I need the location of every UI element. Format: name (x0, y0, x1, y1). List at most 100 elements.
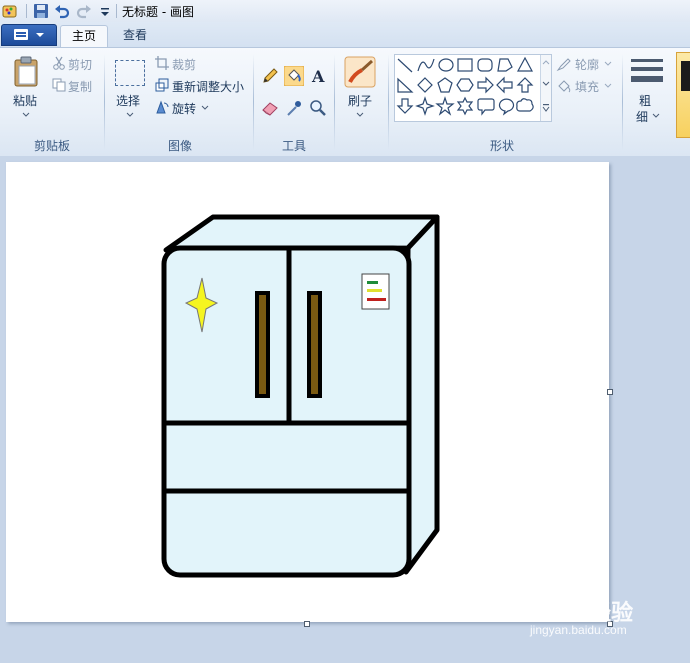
shapes-gallery (394, 54, 552, 122)
line-width-icon (631, 59, 663, 82)
clipboard-group-label: 剪贴板 (33, 139, 70, 153)
chevron-down-icon (201, 105, 209, 110)
star-six-shape-icon (456, 96, 474, 116)
fill-bucket-icon[interactable] (284, 66, 304, 86)
color-picker-icon[interactable] (284, 98, 304, 118)
arrow-up-shape-icon (516, 77, 534, 93)
rectangle-shape-icon (457, 58, 473, 72)
chevron-down-icon (604, 83, 612, 88)
arrow-right-shape-icon (477, 76, 494, 94)
pencil-icon[interactable] (260, 66, 280, 86)
group-separator (388, 54, 389, 150)
size-label-line2: 细 (636, 110, 649, 124)
ribbon: 粘贴 剪切 复制 剪贴板 选择 裁剪 重新调整大小 旋转 图像 A 工具 刷子 … (0, 47, 690, 157)
resize-label: 重新调整大小 (172, 80, 245, 94)
paste-icon (14, 56, 38, 87)
tools-group-label: 工具 (281, 139, 306, 153)
diamond-shape-icon (417, 77, 433, 93)
paint-menu-button[interactable] (1, 24, 57, 46)
right-triangle-shape-icon (397, 77, 414, 93)
ribbon-tab-row: 主页 查看 (0, 22, 690, 48)
chevron-down-icon (126, 112, 134, 117)
star-four-shape-icon (415, 96, 435, 116)
fridge-drawing (161, 214, 440, 578)
curve-shape-icon (417, 58, 435, 72)
customize-toolbar-icon[interactable] (97, 3, 113, 19)
chevron-up-icon (542, 60, 550, 65)
right-door-handle (307, 291, 322, 398)
chevron-down-icon (652, 113, 660, 118)
brushes-button[interactable]: 刷子 (340, 54, 382, 128)
chevron-down-icon (22, 112, 30, 117)
paste-label: 粘贴 (13, 94, 38, 108)
fridge-top-face (163, 214, 440, 253)
chevron-down-icon (36, 33, 44, 37)
size-button[interactable]: 粗 细 (628, 54, 666, 128)
cut-button[interactable]: 剪切 (50, 56, 98, 72)
paint-app-icon[interactable] (2, 3, 18, 19)
paste-button[interactable]: 粘贴 (8, 54, 44, 128)
scissors-icon (53, 56, 65, 70)
watermark: Baidu经验 jingyan.baidu.com (510, 595, 650, 641)
callout-cloud-shape-icon (516, 98, 534, 112)
canvas-workspace[interactable]: Baidu经验 jingyan.baidu.com (0, 156, 690, 663)
tab-home[interactable]: 主页 (60, 25, 108, 48)
copy-button[interactable]: 复制 (50, 78, 98, 94)
crop-button[interactable]: 裁剪 (155, 56, 225, 72)
select-icon (115, 60, 145, 86)
save-icon[interactable] (33, 3, 49, 19)
separator (116, 4, 117, 18)
group-separator (622, 54, 623, 150)
size-label-line1: 粗 (639, 94, 652, 108)
left-door-handle (255, 291, 270, 398)
resize-button[interactable]: 重新调整大小 (155, 78, 250, 94)
chevron-down-icon (542, 81, 550, 86)
undo-icon[interactable] (54, 3, 70, 19)
select-button[interactable]: 选择 (110, 54, 150, 128)
cut-label: 剪切 (68, 58, 93, 72)
separator (26, 4, 27, 18)
callout-oval-shape-icon (498, 98, 515, 116)
text-icon[interactable]: A (308, 66, 328, 86)
brushes-label: 刷子 (348, 94, 373, 108)
copy-icon (52, 78, 66, 92)
redo-icon[interactable] (76, 3, 92, 19)
title-bar: 无标题 - 画图 (0, 0, 690, 23)
watermark-url: jingyan.baidu.com (530, 623, 627, 637)
star-five-shape-icon (435, 96, 455, 116)
outline-icon (556, 58, 571, 72)
rotate-label: 旋转 (172, 102, 197, 116)
color1-button[interactable] (676, 52, 690, 138)
outline-button[interactable]: 轮廓 (556, 56, 616, 72)
canvas-resize-handle-right[interactable] (607, 389, 613, 395)
window-title: 无标题 - 画图 (122, 5, 194, 19)
fill-button[interactable]: 填充 (556, 78, 616, 94)
rotate-button[interactable]: 旋转 (155, 100, 215, 116)
resize-icon (155, 78, 169, 92)
line-shape-icon (397, 58, 413, 73)
magnifier-icon[interactable] (308, 98, 328, 118)
group-separator (334, 54, 335, 150)
canvas-resize-handle-bottom[interactable] (304, 621, 310, 627)
tab-view[interactable]: 查看 (110, 25, 160, 47)
menu-icon (14, 29, 28, 40)
group-separator (104, 54, 105, 150)
polygon-shape-icon (497, 58, 513, 72)
fill-icon (558, 80, 571, 93)
arrow-left-shape-icon (496, 76, 513, 94)
triangle-shape-icon (516, 56, 534, 72)
chevron-down-icon (604, 61, 612, 66)
copy-label: 复制 (68, 80, 93, 94)
hexagon-shape-icon (456, 78, 474, 92)
select-label: 选择 (116, 94, 141, 108)
group-separator (253, 54, 254, 150)
eraser-icon[interactable] (260, 98, 280, 118)
drawing-canvas[interactable] (6, 162, 609, 622)
fill-label: 填充 (575, 80, 600, 94)
shapes-gallery-grid (396, 56, 534, 116)
crop-icon (155, 56, 169, 70)
gallery-scroll[interactable] (540, 55, 551, 121)
brush-icon (344, 56, 376, 88)
shapes-group-label: 形状 (489, 139, 514, 153)
outline-label: 轮廓 (575, 58, 600, 72)
